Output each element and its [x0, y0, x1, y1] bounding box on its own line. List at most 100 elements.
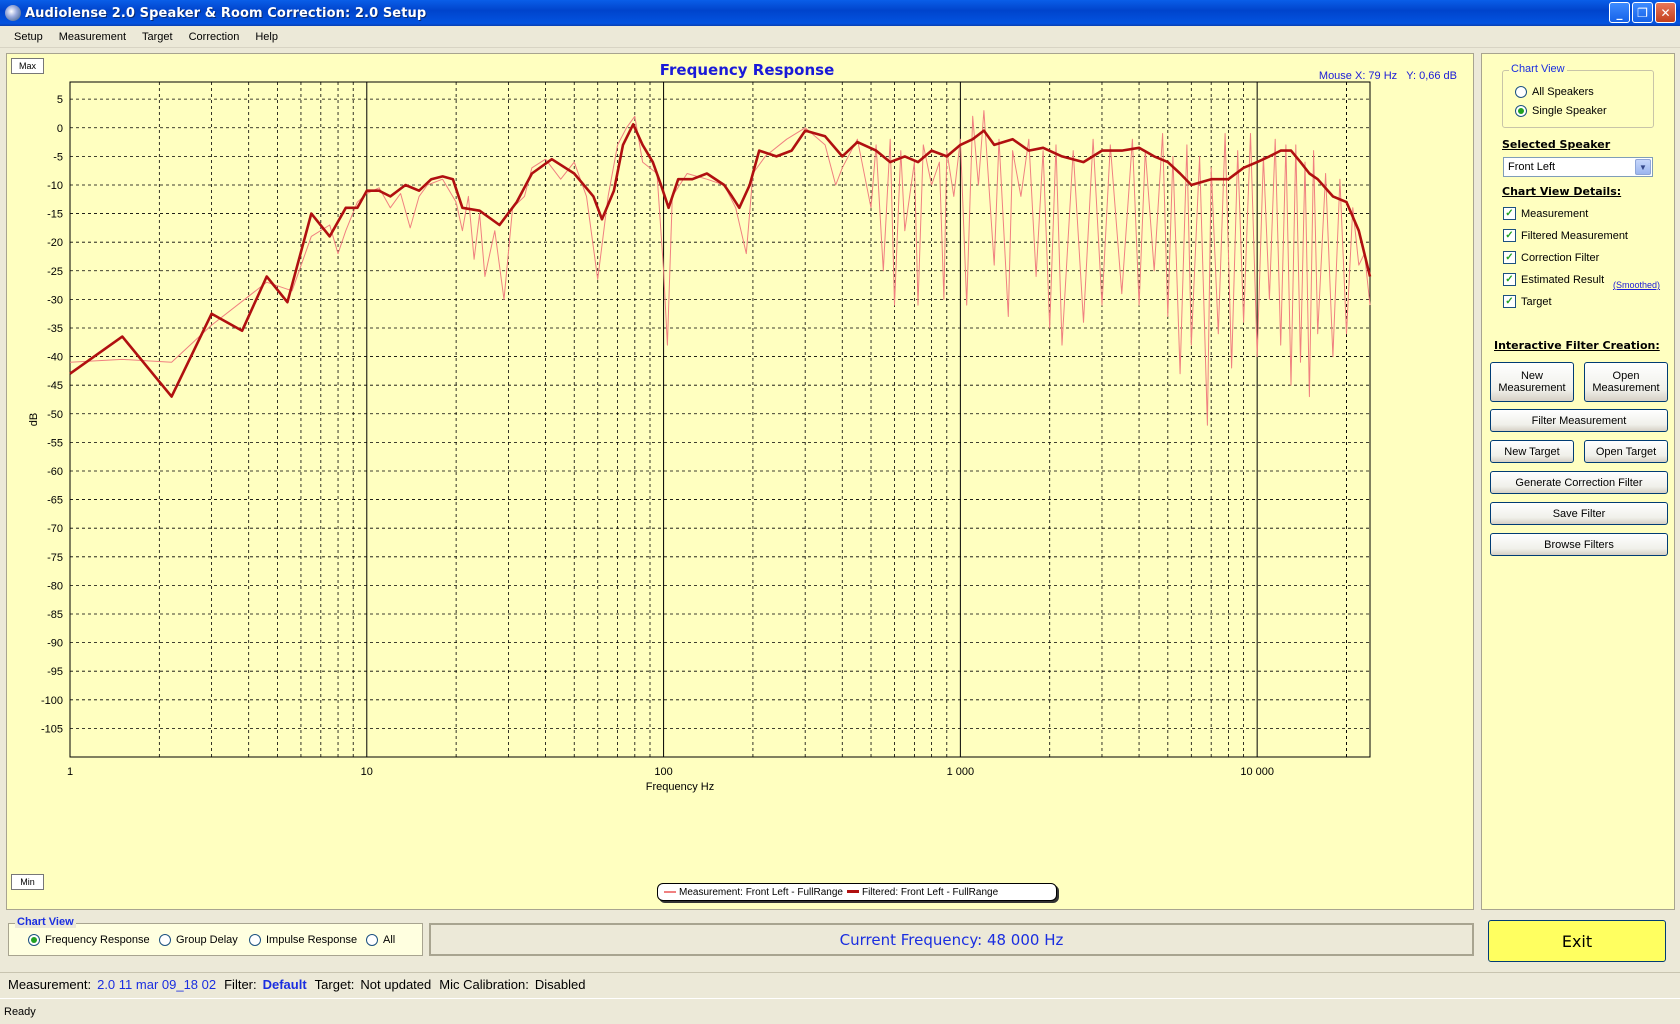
- status-bar: Ready: [0, 998, 1680, 1024]
- mic-calibration-value: Disabled: [534, 977, 586, 992]
- checkbox-checked-icon: ✓: [1503, 273, 1516, 286]
- window-title: Audiolense 2.0 Speaker & Room Correction…: [25, 5, 427, 21]
- mouse-x-readout: Mouse X: 79 Hz: [1318, 70, 1398, 82]
- y-tick-label: 0: [57, 123, 63, 135]
- chevron-down-icon[interactable]: ▼: [1635, 159, 1651, 175]
- y-tick-label: -85: [47, 609, 63, 621]
- y-tick-label: -25: [47, 266, 63, 278]
- y-tick-label: -95: [47, 666, 63, 678]
- radio-icon: [366, 934, 378, 946]
- check-filtered-measurement[interactable]: ✓ Filtered Measurement: [1503, 229, 1628, 242]
- radio-frequency-response[interactable]: Frequency Response: [28, 934, 150, 946]
- bottom-chart-view-group: Chart View Frequency Response Group Dela…: [8, 916, 423, 956]
- checkbox-checked-icon: ✓: [1503, 295, 1516, 308]
- radio-impulse-response[interactable]: Impulse Response: [249, 934, 357, 946]
- radio-icon: [159, 934, 171, 946]
- title-bar[interactable]: Audiolense 2.0 Speaker & Room Correction…: [0, 0, 1680, 26]
- y-tick-label: -90: [47, 638, 63, 650]
- radio-icon: [1515, 86, 1527, 98]
- y-tick-label: -55: [47, 437, 63, 449]
- checkbox-checked-icon: ✓: [1503, 229, 1516, 242]
- info-bar: Measurement: 2.0 11 mar 09_18 02 Filter:…: [0, 972, 1680, 996]
- filter-value: Default: [262, 977, 307, 992]
- menu-bar: Setup Measurement Target Correction Help: [0, 26, 1680, 48]
- radio-all-speakers[interactable]: All Speakers: [1515, 86, 1594, 98]
- mouse-y-readout: Y: 0,66 dB: [1406, 70, 1457, 82]
- radio-selected-icon: [28, 934, 40, 946]
- restore-icon: ❐: [1637, 5, 1648, 20]
- menu-correction[interactable]: Correction: [181, 31, 248, 43]
- x-tick-label: 10 000: [1240, 766, 1274, 778]
- exit-button[interactable]: Exit: [1488, 920, 1666, 962]
- y-tick-label: -5: [53, 151, 63, 163]
- filter-label: Filter:: [224, 977, 257, 992]
- y-tick-label: -35: [47, 323, 63, 335]
- y-tick-label: -40: [47, 352, 63, 364]
- maximize-button[interactable]: ❐: [1632, 2, 1653, 23]
- y-tick-label: -50: [47, 409, 63, 421]
- menu-target[interactable]: Target: [134, 31, 181, 43]
- selected-speaker-heading: Selected Speaker: [1502, 138, 1611, 151]
- check-correction-filter[interactable]: ✓ Correction Filter: [1503, 251, 1599, 264]
- menu-measurement[interactable]: Measurement: [51, 31, 134, 43]
- y-tick-label: -70: [47, 523, 63, 535]
- x-tick-label: 100: [654, 766, 672, 778]
- y-tick-label: -15: [47, 209, 63, 221]
- y-tick-label: 5: [57, 94, 63, 106]
- filter-measurement-button[interactable]: Filter Measurement: [1490, 409, 1668, 432]
- menu-help[interactable]: Help: [247, 31, 286, 43]
- close-icon: ✕: [1660, 5, 1671, 20]
- y-axis-label: dB: [28, 413, 40, 426]
- measurement-label: Measurement:: [8, 977, 92, 992]
- legend-entry-measurement: Measurement: Front Left - FullRange: [664, 887, 843, 898]
- minimize-button[interactable]: _: [1609, 2, 1630, 23]
- y-tick-label: -45: [47, 380, 63, 392]
- side-panel: Chart View All Speakers Single Speaker S…: [1481, 53, 1675, 910]
- save-filter-button[interactable]: Save Filter: [1490, 502, 1668, 525]
- chart-view-group-title: Chart View: [1509, 63, 1567, 75]
- y-tick-label: -30: [47, 294, 63, 306]
- close-button[interactable]: ✕: [1655, 2, 1676, 23]
- y-tick-label: -60: [47, 466, 63, 478]
- browse-filters-button[interactable]: Browse Filters: [1490, 533, 1668, 556]
- new-measurement-button[interactable]: New Measurement: [1490, 362, 1574, 402]
- radio-group-delay[interactable]: Group Delay: [159, 934, 238, 946]
- y-tick-label: -100: [41, 695, 63, 707]
- new-target-button[interactable]: New Target: [1490, 440, 1574, 463]
- radio-icon: [249, 934, 261, 946]
- mouse-readout: Mouse X: 79 Hz Y: 0,66 dB: [1313, 70, 1457, 82]
- checkbox-checked-icon: ✓: [1503, 207, 1516, 220]
- frequency-response-plot[interactable]: 5 0 -5 -10 -15 -20 -25 -30 -35 -40 -45 -50 -55 -60 -65…: [7, 54, 1473, 909]
- y-tick-label: -20: [47, 237, 63, 249]
- check-estimated-result[interactable]: ✓ Estimated Result: [1503, 273, 1604, 286]
- speaker-select[interactable]: Front Left ▼: [1503, 157, 1653, 177]
- minimize-icon: _: [1616, 5, 1623, 20]
- target-value: Not updated: [360, 977, 432, 992]
- x-axis-label: Frequency Hz: [646, 781, 714, 793]
- radio-selected-icon: [1515, 105, 1527, 117]
- check-measurement[interactable]: ✓ Measurement: [1503, 207, 1588, 220]
- chart-view-details-heading: Chart View Details:: [1502, 185, 1622, 198]
- app-icon: [5, 5, 21, 21]
- smoothed-link[interactable]: (Smoothed): [1613, 280, 1660, 290]
- menu-setup[interactable]: Setup: [6, 31, 51, 43]
- y-tick-label: -80: [47, 580, 63, 592]
- open-measurement-button[interactable]: Open Measurement: [1584, 362, 1668, 402]
- min-button[interactable]: Min: [11, 874, 44, 890]
- y-tick-label: -105: [41, 723, 63, 735]
- status-text: Ready: [4, 1005, 36, 1018]
- x-tick-label: 1: [67, 766, 73, 778]
- y-tick-label: -75: [47, 552, 63, 564]
- chart-title: Frequency Response: [659, 61, 835, 79]
- bottom-chart-view-title: Chart View: [15, 916, 76, 928]
- check-target[interactable]: ✓ Target: [1503, 295, 1552, 308]
- checkbox-checked-icon: ✓: [1503, 251, 1516, 264]
- generate-correction-filter-button[interactable]: Generate Correction Filter: [1490, 471, 1668, 494]
- radio-single-speaker[interactable]: Single Speaker: [1515, 105, 1607, 117]
- target-label: Target:: [314, 977, 355, 992]
- y-tick-label: -10: [47, 180, 63, 192]
- open-target-button[interactable]: Open Target: [1584, 440, 1668, 463]
- chart-panel: 5 0 -5 -10 -15 -20 -25 -30 -35 -40 -45 -50 -55 -60 -65…: [6, 53, 1474, 910]
- y-tick-label: -65: [47, 495, 63, 507]
- radio-all[interactable]: All: [366, 934, 395, 946]
